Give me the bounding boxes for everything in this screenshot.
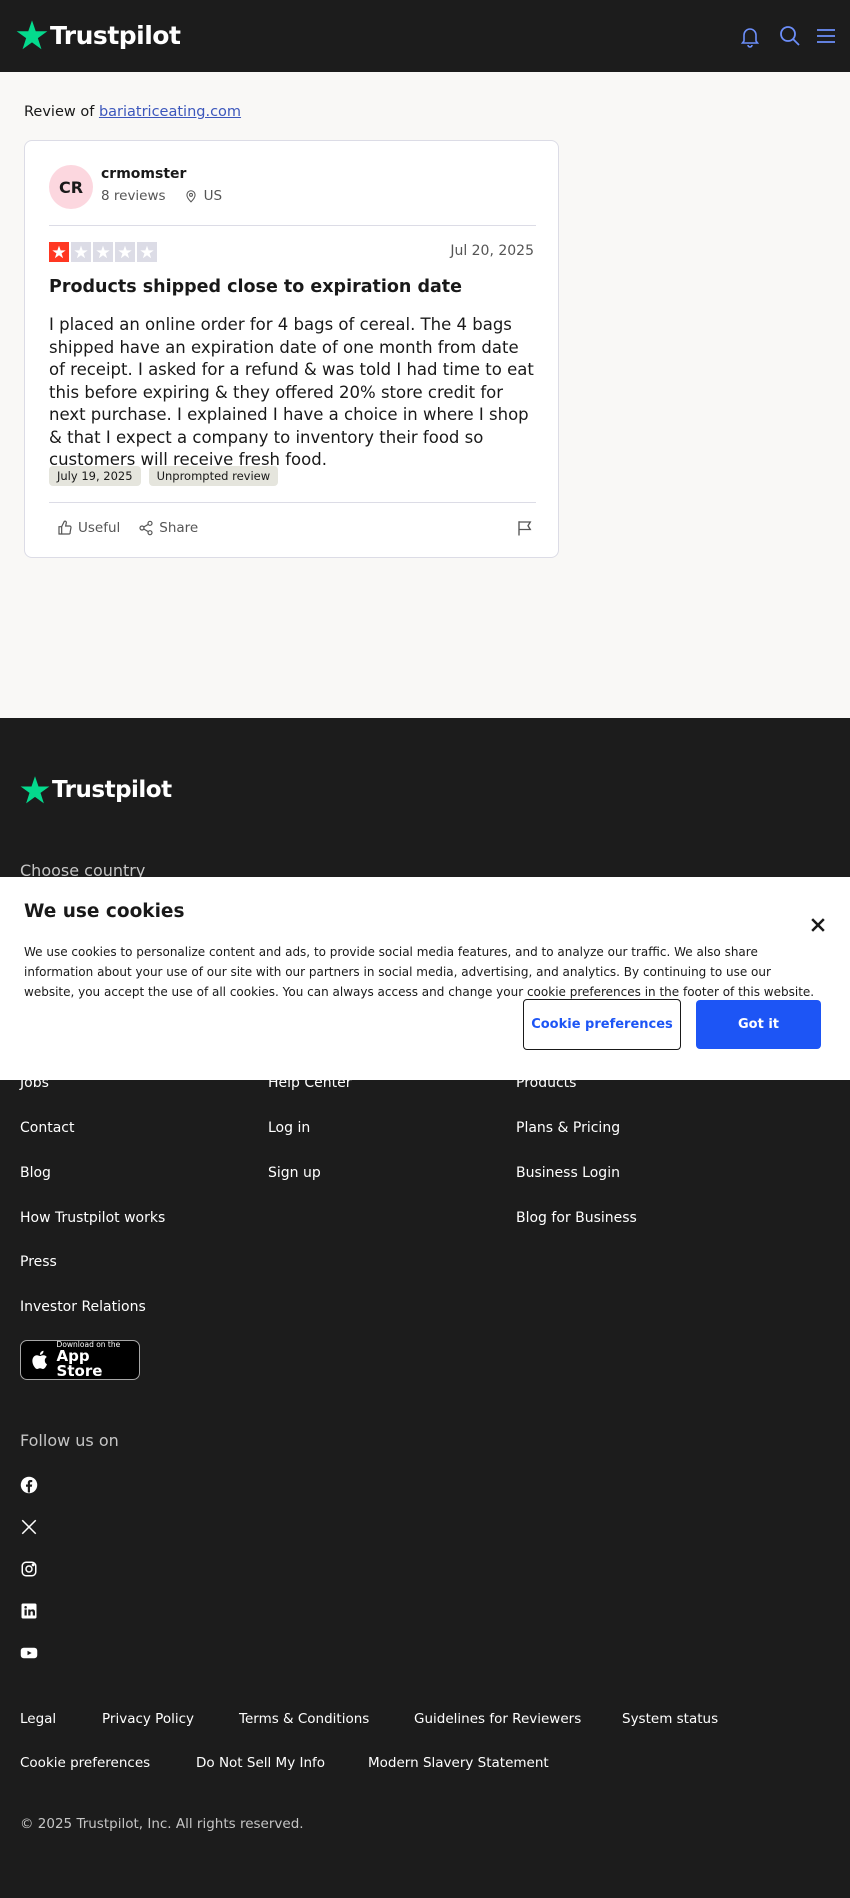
share-button[interactable]: Share [138,520,198,536]
footer-link-press[interactable]: Press [20,1254,57,1270]
cookie-title: We use cookies [24,901,185,922]
footer-link-how-trustpilot-works[interactable]: How Trustpilot works [20,1210,165,1226]
reviewer-country: US [203,188,223,204]
star-rating [49,242,157,262]
useful-label: Useful [78,520,121,536]
accept-cookies-button[interactable]: Got it [696,1000,821,1049]
trustpilot-star-icon [16,20,48,50]
review-actions: Useful Share [57,520,198,536]
youtube-icon[interactable] [20,1644,38,1662]
reviewer-name[interactable]: crmomster [101,166,186,182]
flag-icon[interactable] [516,519,534,537]
review-title[interactable]: Products shipped close to expiration dat… [49,277,462,297]
search-icon[interactable] [778,24,802,48]
footer-link-business-login[interactable]: Business Login [516,1165,620,1181]
footer-link-sign-up[interactable]: Sign up [268,1165,321,1181]
rating-star-icon [49,242,69,262]
rating-star-icon [71,242,91,262]
footer-link-log-in[interactable]: Log in [268,1120,310,1136]
rating-star-icon [93,242,113,262]
trustpilot-star-icon [20,776,50,804]
footer-link-investor-relations[interactable]: Investor Relations [20,1299,146,1315]
x-icon[interactable] [20,1518,38,1536]
modern-slavery-link[interactable]: Modern Slavery Statement [368,1755,549,1771]
legal-link[interactable]: Legal [20,1711,56,1727]
logo-wordmark: Trustpilot [50,20,181,50]
trustpilot-logo[interactable]: Trustpilot [16,19,181,51]
logo-wordmark: Trustpilot [52,777,172,803]
company-link[interactable]: bariatriceating.com [99,104,241,120]
review-of-prefix: Review of [24,104,95,120]
privacy-policy-link[interactable]: Privacy Policy [102,1711,194,1727]
useful-button[interactable]: Useful [57,520,120,536]
terms-link[interactable]: Terms & Conditions [239,1711,369,1727]
location-pin-icon [185,190,196,203]
avatar[interactable]: CR [49,165,93,209]
menu-icon[interactable] [814,24,838,48]
do-not-sell-link[interactable]: Do Not Sell My Info [196,1755,325,1771]
footer-link-blog[interactable]: Blog [20,1165,51,1181]
review-count: 8 reviews [101,188,166,204]
review-tags: July 19, 2025 Unprompted review [49,466,279,486]
footer-logo[interactable]: Trustpilot [20,775,172,805]
review-card: CR crmomster 8 reviews US Jul 20, 2025 P… [24,140,559,558]
cookie-preferences-button[interactable]: Cookie preferences [523,999,681,1050]
rating-star-icon [137,242,157,262]
copyright: © 2025 Trustpilot, Inc. All rights reser… [20,1816,304,1832]
linkedin-icon[interactable] [20,1602,38,1620]
cookie-text: We use cookies to personalize content an… [24,945,815,999]
facebook-icon[interactable] [20,1476,38,1494]
reviewer-meta: 8 reviews US [101,188,222,204]
footer-link-blog-for-business[interactable]: Blog for Business [516,1210,637,1226]
thumbs-up-icon [58,520,72,535]
instagram-icon[interactable] [20,1560,38,1578]
guidelines-link[interactable]: Guidelines for Reviewers [414,1711,581,1727]
divider [49,502,536,503]
review-date: Jul 20, 2025 [450,243,534,259]
bell-icon[interactable] [738,24,762,48]
cookie-preferences-link[interactable]: Cookie preferences [20,1755,150,1771]
share-label: Share [159,520,199,536]
close-icon[interactable] [808,915,828,935]
footer-link-plans-pricing[interactable]: Plans & Pricing [516,1120,620,1136]
review-body: I placed an online order for 4 bags of c… [49,315,534,469]
app-store-big-text: App Store [56,1346,103,1380]
divider [49,225,536,226]
apple-icon [32,1350,47,1369]
follow-us-heading: Follow us on [20,1431,119,1450]
site-header: Trustpilot [0,0,850,72]
unprompted-badge[interactable]: Unprompted review [148,466,279,486]
share-icon [139,520,153,536]
rating-star-icon [115,242,135,262]
review-of-line: Review of bariatriceating.com [24,104,241,120]
footer-link-contact[interactable]: Contact [20,1120,74,1136]
cookie-banner: We use cookies We use cookies to persona… [0,877,850,1080]
app-store-badge[interactable]: Download on the App Store [20,1340,140,1380]
experience-date-badge: July 19, 2025 [49,466,141,486]
system-status-link[interactable]: System status [622,1711,718,1727]
